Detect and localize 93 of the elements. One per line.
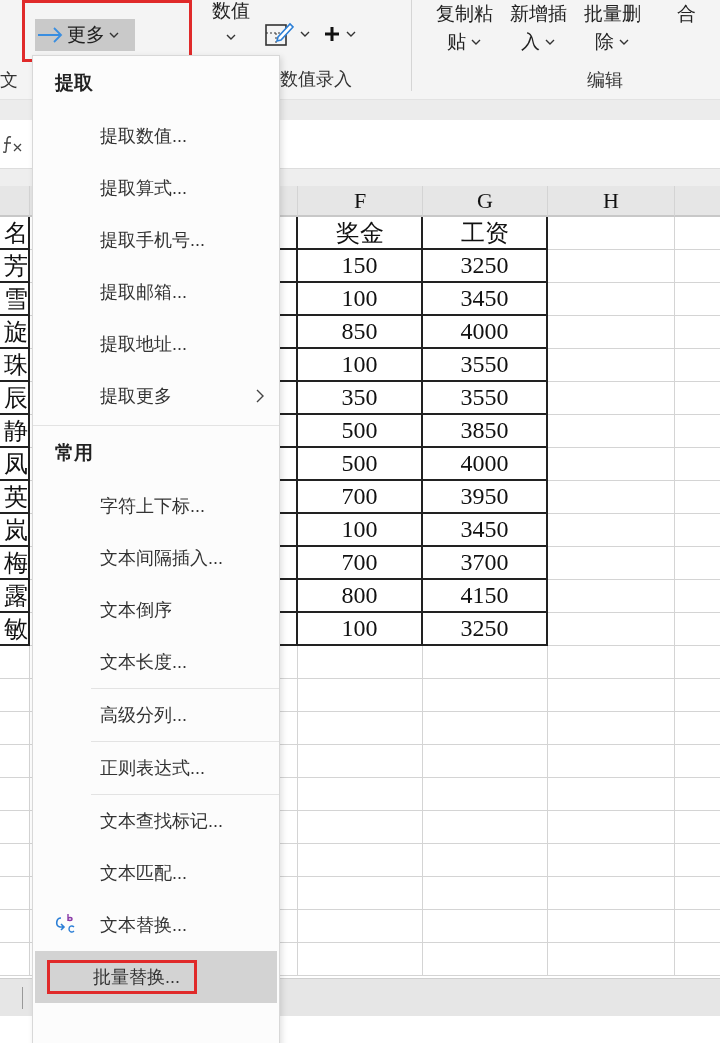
ribbon-button[interactable]: 合: [652, 0, 720, 66]
table-cell: 3550: [423, 349, 548, 382]
caret-icon: [109, 32, 119, 38]
table-cell: 3450: [423, 514, 548, 547]
table-cell: [0, 646, 30, 679]
menu-item[interactable]: 提取地址...: [33, 318, 279, 370]
table-cell: 4000: [423, 448, 548, 481]
ribbon-button[interactable]: 批量删 除: [578, 0, 646, 66]
table-cell: [0, 778, 30, 811]
column-header[interactable]: H: [548, 186, 675, 217]
table-cell: 英: [0, 481, 30, 514]
table-cell: 100: [298, 514, 423, 547]
table-edit-button[interactable]: [264, 20, 310, 48]
table-cell: 3950: [423, 481, 548, 514]
table-cell: 3850: [423, 415, 548, 448]
table-cell: 350: [298, 382, 423, 415]
table-cell: [0, 679, 30, 712]
table-cell: 辰: [0, 382, 30, 415]
table-cell: [0, 844, 30, 877]
menu-item[interactable]: 文本替换...: [33, 899, 279, 951]
table-cell: 3700: [423, 547, 548, 580]
more-button[interactable]: 更多: [35, 19, 135, 51]
table-cell: [0, 712, 30, 745]
menu-item[interactable]: 批量替换...: [35, 951, 277, 1003]
caret-icon: [619, 39, 629, 45]
ribbon-button[interactable]: 新增插 入: [504, 0, 572, 66]
group-label: 数值录入: [280, 68, 352, 91]
value-button[interactable]: 数值: [212, 0, 250, 40]
menu-item[interactable]: 文本倒序: [33, 584, 279, 636]
menu-item[interactable]: 文本间隔插入...: [33, 532, 279, 584]
table-cell: 敏: [0, 613, 30, 646]
table-cell: 岚: [0, 514, 30, 547]
menu-item[interactable]: 提取更多: [33, 370, 279, 422]
menu-item[interactable]: 高级分列...: [33, 689, 279, 741]
table-cell: 700: [298, 547, 423, 580]
table-cell: 梅: [0, 547, 30, 580]
table-cell: 3450: [423, 283, 548, 316]
table-pencil-icon: [264, 21, 294, 47]
plus-icon: [324, 26, 340, 42]
table-cell: 工资: [423, 217, 548, 250]
chevron-right-icon: [256, 389, 265, 403]
replace-icon: [53, 912, 77, 936]
caret-icon: [300, 31, 310, 37]
table-cell: 4000: [423, 316, 548, 349]
table-cell: [0, 745, 30, 778]
menu-item[interactable]: 提取算式...: [33, 162, 279, 214]
menu-item[interactable]: 正则表达式...: [33, 742, 279, 794]
table-cell: 100: [298, 283, 423, 316]
table-cell: 150: [298, 250, 423, 283]
column-header[interactable]: F: [298, 186, 423, 217]
table-cell: 静: [0, 415, 30, 448]
table-cell: 700: [298, 481, 423, 514]
table-cell: 芳: [0, 250, 30, 283]
table-cell: 500: [298, 415, 423, 448]
table-cell: [0, 811, 30, 844]
menu-section-title: 常用: [55, 441, 93, 465]
menu-item[interactable]: 文本长度...: [33, 636, 279, 688]
menu-item[interactable]: 文本匹配...: [33, 847, 279, 899]
table-cell: [0, 943, 30, 976]
table-cell: 850: [298, 316, 423, 349]
ribbon-button[interactable]: 复制粘 贴: [430, 0, 498, 66]
table-cell: 雪: [0, 283, 30, 316]
column-header[interactable]: G: [423, 186, 548, 217]
menu-item[interactable]: 字符上下标...: [33, 480, 279, 532]
caret-icon: [346, 31, 356, 37]
table-cell: 露: [0, 580, 30, 613]
table-cell: 100: [298, 613, 423, 646]
table-cell: 3250: [423, 250, 548, 283]
menu-section-title: 提取: [55, 71, 93, 95]
caret-icon: [471, 39, 481, 45]
table-cell: 500: [298, 448, 423, 481]
table-cell: 800: [298, 580, 423, 613]
table-cell: 名: [0, 217, 30, 250]
menu-item[interactable]: 提取邮箱...: [33, 266, 279, 318]
table-cell: 100: [298, 349, 423, 382]
function-icon[interactable]: [2, 135, 24, 153]
arrow-right-icon: [37, 27, 63, 43]
table-cell: 旋: [0, 316, 30, 349]
table-cell: 凤: [0, 448, 30, 481]
group-label: 编辑: [587, 69, 623, 92]
table-cell: 4150: [423, 580, 548, 613]
caret-icon: [545, 39, 555, 45]
caret-icon: [226, 34, 236, 40]
table-cell: 奖金: [298, 217, 423, 250]
menu-item[interactable]: 提取手机号...: [33, 214, 279, 266]
group-label: 文: [0, 69, 18, 92]
table-cell: 3250: [423, 613, 548, 646]
menu-item[interactable]: 文本查找标记...: [33, 795, 279, 847]
table-cell: 3550: [423, 382, 548, 415]
table-cell: 珠: [0, 349, 30, 382]
table-cell: [0, 910, 30, 943]
table-cell: [0, 877, 30, 910]
menu-item[interactable]: 提取数值...: [33, 110, 279, 162]
